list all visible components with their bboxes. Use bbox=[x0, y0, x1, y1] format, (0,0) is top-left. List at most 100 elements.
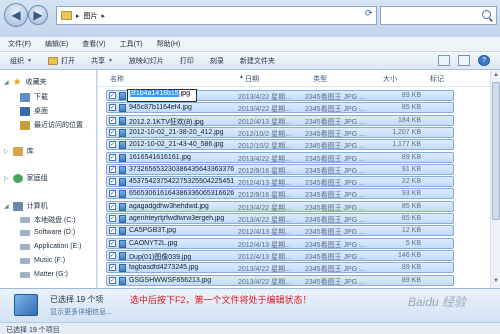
slideshow-button[interactable]: 放映幻灯片 bbox=[129, 56, 164, 66]
row-checkbox[interactable]: ✓ bbox=[109, 264, 116, 272]
navigation-pane: ◢ ★ 收藏夹 下载 桌面 最近访问的位置 ▷ 库 ▷ 家庭组 ◢ 计算机 本地磁盘 (C… bbox=[0, 70, 97, 288]
nav-drive-d[interactable]: Software (D:) bbox=[20, 229, 75, 236]
forward-button[interactable]: ▶ bbox=[28, 5, 48, 25]
menu-item-tools[interactable]: 工具(T) bbox=[120, 39, 143, 49]
file-row[interactable]: ✓ 2012.2.1KTV狂欢(8).jpg 2012/4/13 星期... 2345… bbox=[106, 114, 454, 126]
file-row[interactable]: ✓ agagadgdhw3hehdwd.jpg 2013/4/22 星期... 234… bbox=[106, 200, 454, 212]
file-row[interactable]: ✓ 656530616164386336065316626... 2012/9/16… bbox=[106, 188, 454, 200]
nav-homegroup[interactable]: ▷ 家庭组 bbox=[4, 173, 48, 183]
burn-button[interactable]: 刻录 bbox=[210, 56, 224, 66]
chevron-right-icon: ▸ bbox=[101, 12, 106, 20]
chevron-down-icon[interactable]: ◢ bbox=[4, 203, 9, 210]
nav-recent[interactable]: 最近访问的位置 bbox=[20, 120, 83, 130]
file-type: 2345看图王 JPG ... bbox=[305, 192, 365, 200]
column-type[interactable]: 类型 bbox=[313, 74, 327, 84]
file-row[interactable]: ✓ CAONYT2L.jpg 2012/4/13 星期... 2345看图王 JPG … bbox=[106, 237, 454, 249]
share-button[interactable]: 共享 ▼ bbox=[91, 56, 113, 66]
menu-item-file[interactable]: 文件(F) bbox=[8, 39, 31, 49]
file-row[interactable]: ✓ agenhteyrtjrfwdfwrw3ergeh.jpg 2013/4/22 … bbox=[106, 213, 454, 224]
view-options-icon[interactable] bbox=[438, 55, 450, 66]
file-name: 656530616164386336065316626... bbox=[129, 190, 234, 198]
file-row[interactable]: ✓ fagbasdfd4273245.jpg 2013/4/22 星期... 2345… bbox=[106, 262, 454, 274]
chevron-right-icon[interactable]: ▷ bbox=[4, 175, 9, 182]
file-row[interactable]: ✓ 373265653230386435643363376... 2012/9/16… bbox=[106, 163, 454, 175]
menu-item-help[interactable]: 帮助(H) bbox=[157, 39, 181, 49]
search-icon[interactable] bbox=[482, 10, 491, 19]
new-folder-button[interactable]: 新建文件夹 bbox=[240, 56, 275, 66]
row-checkbox[interactable]: ✓ bbox=[109, 128, 116, 136]
row-checkbox[interactable]: ✓ bbox=[109, 239, 116, 247]
vertical-scrollbar[interactable]: ▲ ▼ bbox=[490, 70, 500, 288]
row-checkbox[interactable]: ✓ bbox=[109, 178, 116, 186]
jpg-file-icon bbox=[119, 165, 126, 174]
nav-downloads[interactable]: 下载 bbox=[20, 92, 48, 102]
file-row[interactable]: ✓ Dup(01)图像039.jpg 2012/4/13 星期... 2345看图王 … bbox=[106, 249, 454, 261]
scroll-up-icon[interactable]: ▲ bbox=[492, 72, 500, 80]
drive-icon bbox=[20, 229, 30, 236]
open-label: 打开 bbox=[60, 57, 75, 65]
file-row[interactable]: ✓ 1616541616161.jpg 2013/4/22 星期... 2345看图王… bbox=[106, 151, 454, 163]
nav-favorites[interactable]: ◢ ★ 收藏夹 bbox=[4, 77, 47, 87]
file-size: 1,207 KB bbox=[392, 128, 421, 136]
rename-input[interactable]: 3f1b4a1418b15.jpg bbox=[127, 89, 197, 102]
print-button[interactable]: 打印 bbox=[180, 56, 194, 66]
file-row[interactable]: ✓ CA5PGB3T.jpg 2012/4/13 星期... 2345看图王 JPG … bbox=[106, 225, 454, 237]
breadcrumb[interactable]: 图片 bbox=[84, 11, 98, 21]
scroll-thumb[interactable] bbox=[492, 82, 500, 220]
refresh-icon[interactable]: ⟳ bbox=[365, 8, 373, 19]
help-icon[interactable]: ? bbox=[478, 55, 490, 66]
row-checkbox[interactable]: ✓ bbox=[109, 141, 116, 149]
menu-item-edit[interactable]: 编辑(E) bbox=[45, 39, 68, 49]
nav-libraries[interactable]: ▷ 库 bbox=[4, 146, 34, 156]
back-button[interactable]: ◀ bbox=[4, 3, 28, 27]
row-checkbox[interactable]: ✓ bbox=[109, 92, 116, 99]
preview-pane-icon[interactable] bbox=[458, 55, 470, 66]
nav-desktop[interactable]: 桌面 bbox=[20, 106, 48, 116]
drive-icon bbox=[20, 257, 30, 264]
open-button[interactable]: 打开 bbox=[47, 56, 75, 66]
nav-drive-f[interactable]: Music (F:) bbox=[20, 257, 65, 264]
chevron-down-icon[interactable]: ◢ bbox=[4, 79, 9, 86]
file-row[interactable]: ✓ 3f1b4a1418b15.jpg 2013/4/22 星期... 2345看图王… bbox=[106, 89, 454, 102]
scroll-down-icon[interactable]: ▼ bbox=[492, 278, 500, 286]
drive-icon bbox=[20, 217, 30, 223]
row-checkbox[interactable]: ✓ bbox=[109, 202, 116, 210]
file-date: 2013/4/22 星期... bbox=[238, 155, 291, 163]
file-row[interactable]: ✓ 2012-10-02_21-43-40_586.jpg 2012/10/2 星期… bbox=[106, 139, 454, 151]
row-checkbox[interactable]: ✓ bbox=[109, 153, 116, 161]
file-row[interactable]: ✓ GSGSHWWSF656213.jpg 2013/4/22 星期... 2345看… bbox=[106, 274, 454, 286]
column-size[interactable]: 大小 bbox=[383, 74, 397, 84]
file-row[interactable]: ✓ 2012-10-02_21-38-20_412.jpg 2012/10/2 星期… bbox=[106, 126, 454, 138]
row-checkbox[interactable]: ✓ bbox=[109, 251, 116, 259]
nav-drive-g[interactable]: Matter (G:) bbox=[20, 271, 68, 278]
status-text: 已选择 19 个项目 bbox=[6, 327, 60, 334]
nav-computer[interactable]: ◢ 计算机 bbox=[4, 201, 48, 211]
nav-drive-e[interactable]: Application (E:) bbox=[20, 243, 81, 250]
file-date: 2013/4/22 星期... bbox=[238, 94, 291, 101]
nav-drive-c[interactable]: 本地磁盘 (C:) bbox=[20, 215, 76, 225]
file-date: 2012/4/13 星期... bbox=[238, 118, 291, 126]
file-type: 2345看图王 JPG ... bbox=[305, 229, 365, 237]
jpg-file-icon bbox=[119, 239, 126, 248]
organize-button[interactable]: 组织 ▼ bbox=[10, 56, 32, 66]
menu-item-view[interactable]: 查看(V) bbox=[82, 39, 105, 49]
search-input[interactable] bbox=[380, 6, 497, 25]
file-row[interactable]: ✓ 453754237542275325504225451... 2012/4/13… bbox=[106, 176, 454, 188]
address-field[interactable]: ▸ 图片 ▸ bbox=[56, 6, 377, 25]
row-checkbox[interactable]: ✓ bbox=[109, 116, 116, 124]
row-checkbox[interactable]: ✓ bbox=[109, 215, 116, 222]
row-checkbox[interactable]: ✓ bbox=[109, 190, 116, 198]
file-date: 2012/4/13 星期... bbox=[238, 253, 291, 261]
column-date[interactable]: 日期 bbox=[245, 74, 259, 84]
row-checkbox[interactable]: ✓ bbox=[109, 104, 116, 112]
show-more-details-link[interactable]: 显示更多详细信息... bbox=[50, 307, 112, 317]
row-checkbox[interactable]: ✓ bbox=[109, 276, 116, 284]
chevron-right-icon[interactable]: ▷ bbox=[4, 148, 9, 155]
row-checkbox[interactable]: ✓ bbox=[109, 227, 116, 235]
share-label: 共享 bbox=[90, 57, 105, 65]
column-name[interactable]: 名称 bbox=[110, 74, 124, 84]
column-tags[interactable]: 标记 bbox=[430, 74, 444, 84]
file-row[interactable]: ✓ 945c87b1164ef4.jpg 2013/4/22 星期... 2345看图… bbox=[106, 102, 454, 114]
row-checkbox[interactable]: ✓ bbox=[109, 165, 116, 173]
image-stack-icon bbox=[14, 294, 38, 316]
